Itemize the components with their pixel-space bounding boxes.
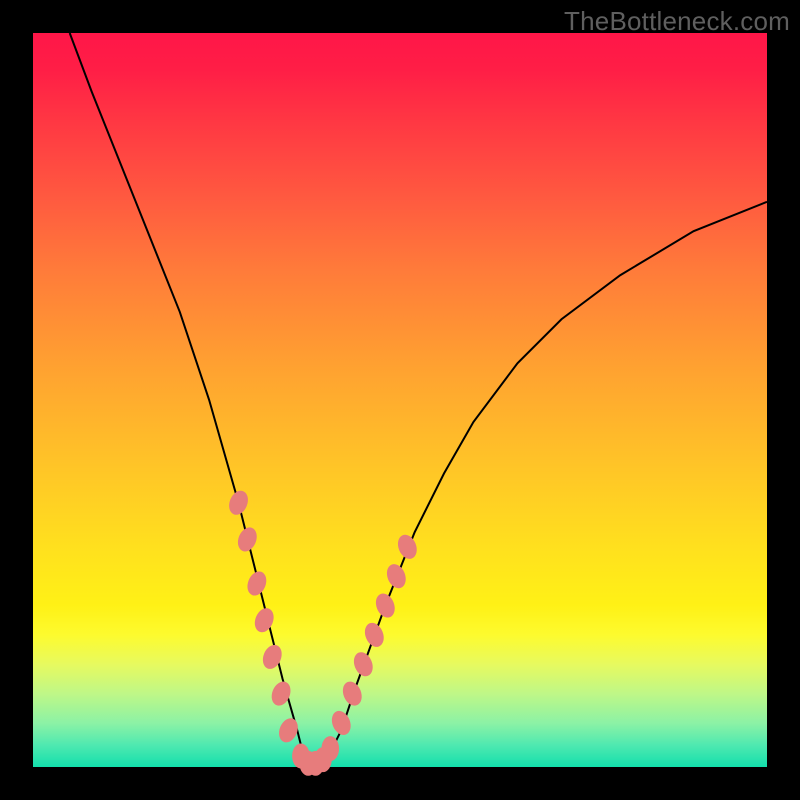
highlight-dot [276,715,302,745]
highlight-dot [244,569,270,599]
highlight-dot [372,591,398,621]
highlight-dot [251,605,277,635]
highlight-dot [383,561,409,591]
plot-area [33,33,767,767]
highlight-dot [321,736,339,761]
highlight-dot [394,532,420,562]
bottleneck-curve [70,33,767,767]
chart-frame: TheBottleneck.com [0,0,800,800]
highlight-dot [350,649,376,679]
highlight-dot [328,708,354,738]
highlight-dot [361,620,387,650]
highlight-dots [226,488,421,776]
chart-svg [33,33,767,767]
highlight-dot [234,525,260,555]
highlight-dot [226,488,252,518]
highlight-dot [339,679,365,709]
highlight-dot [259,642,285,672]
